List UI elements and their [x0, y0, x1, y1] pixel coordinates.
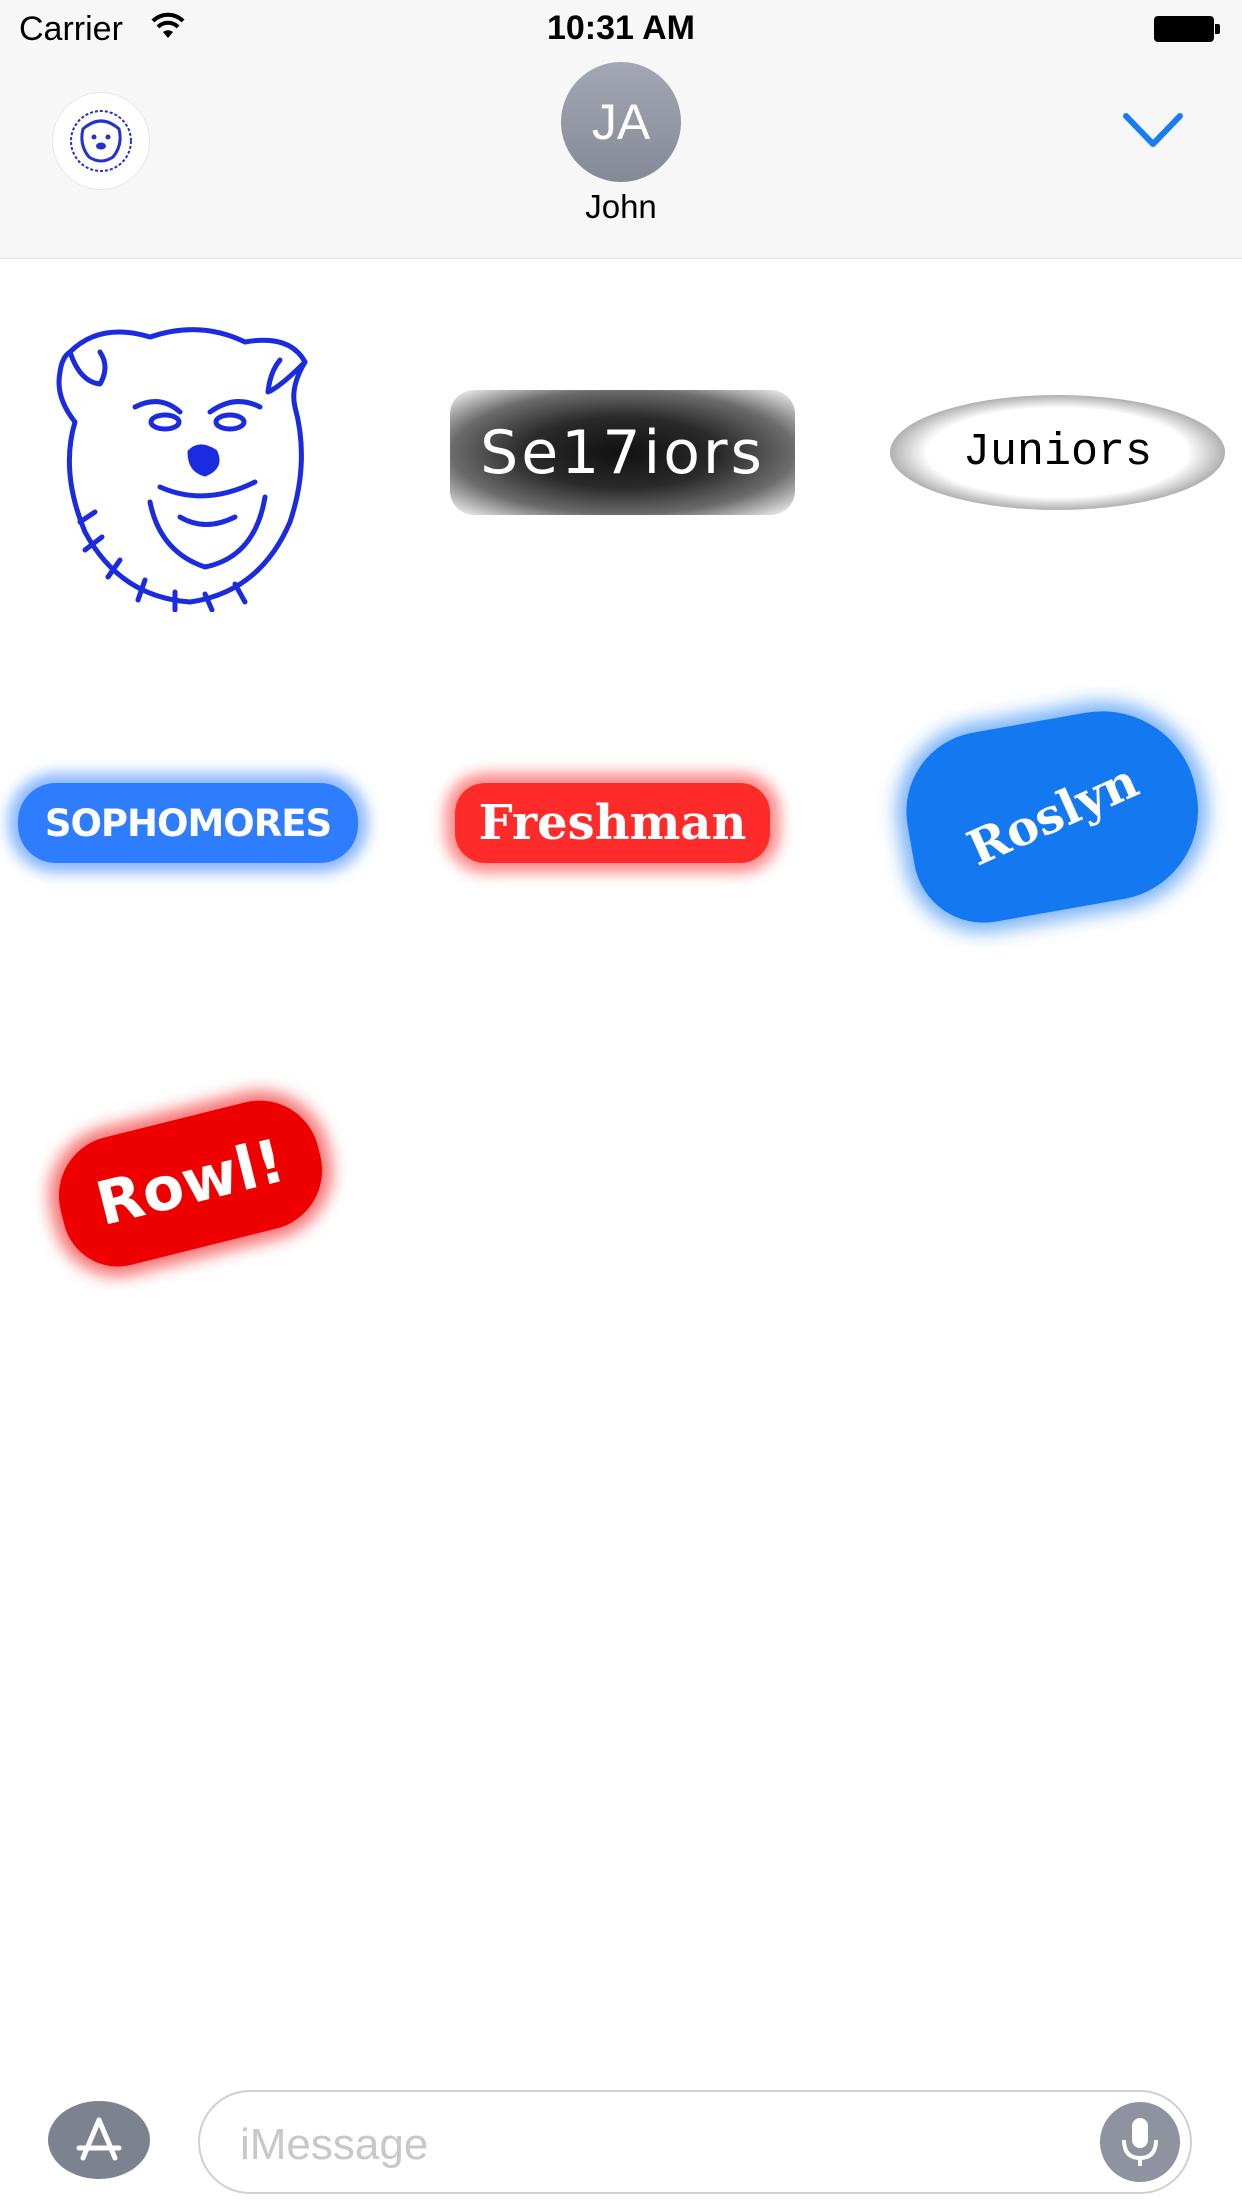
microphone-icon[interactable] [1100, 2102, 1180, 2182]
chevron-down-icon[interactable] [1118, 100, 1188, 160]
sticker-seniors-text: Se17iors [480, 417, 765, 488]
sticker-juniors-text: Juniors [962, 427, 1153, 478]
sticker-freshman-text: Freshman [478, 795, 747, 851]
sticker-rowl[interactable]: Rowl! [46, 1087, 335, 1279]
sticker-freshman[interactable]: Freshman [455, 783, 770, 863]
message-placeholder: iMessage [240, 2120, 429, 2169]
status-bar: Carrier 10:31 AM [0, 0, 1242, 60]
sticker-juniors[interactable]: Juniors [890, 395, 1225, 510]
sticker-rowl-text: Rowl! [89, 1125, 292, 1241]
contact-avatar[interactable]: JA [561, 62, 681, 182]
sticker-roslyn-text: Roslyn [959, 752, 1147, 878]
clock: 10:31 AM [546, 9, 696, 47]
sticker-sophomores-text: SOPHOMORES [44, 801, 332, 845]
message-header: JA John [0, 60, 1242, 259]
message-input[interactable]: iMessage [198, 2090, 1192, 2194]
sticker-bulldog[interactable] [40, 312, 340, 612]
app-store-icon[interactable] [48, 2101, 150, 2179]
sticker-seniors[interactable]: Se17iors [450, 390, 795, 515]
sticker-roslyn[interactable]: Roslyn [893, 696, 1213, 934]
bulldog-logo-icon[interactable] [52, 92, 150, 190]
battery-icon [1154, 16, 1220, 42]
bulldog-icon [56, 327, 308, 612]
contact-name[interactable]: John [0, 188, 1242, 226]
sticker-sophomores[interactable]: SOPHOMORES [18, 783, 358, 863]
